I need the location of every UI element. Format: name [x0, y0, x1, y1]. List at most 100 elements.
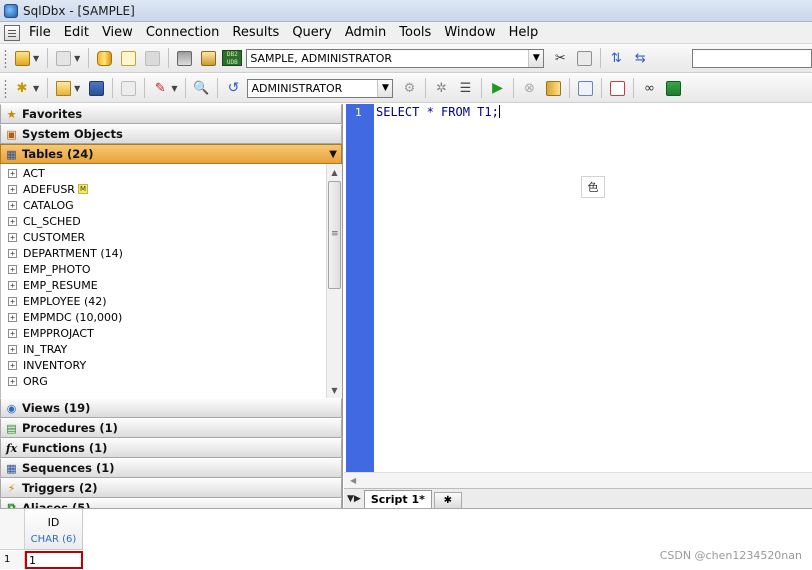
- menu-query[interactable]: Query: [287, 25, 340, 40]
- tables-scrollbar[interactable]: ▲ ▼: [326, 164, 342, 398]
- table-row[interactable]: + EMPPROJACT: [1, 325, 327, 341]
- category-views[interactable]: ◉ Views (19): [0, 398, 342, 418]
- table-row[interactable]: + DEPARTMENT (14): [1, 245, 327, 261]
- menu-file[interactable]: File: [24, 25, 59, 40]
- copy-button[interactable]: [53, 48, 73, 68]
- new-script-button[interactable]: ✱: [12, 78, 32, 98]
- expand-icon[interactable]: +: [8, 280, 17, 290]
- format-dropdown[interactable]: ▼: [171, 84, 177, 93]
- chevron-down-icon[interactable]: ▼: [528, 49, 544, 67]
- menu-help[interactable]: Help: [504, 25, 547, 40]
- menu-window[interactable]: Window: [439, 25, 503, 40]
- copy-results-button[interactable]: [575, 78, 595, 98]
- find-button[interactable]: 🔍: [191, 78, 211, 98]
- menu-view[interactable]: View: [97, 25, 141, 40]
- menu-edit[interactable]: Edit: [59, 25, 97, 40]
- expand-icon[interactable]: +: [8, 360, 17, 370]
- category-tables[interactable]: ▦ Tables (24) ▼: [0, 144, 342, 164]
- toolbar-grip[interactable]: [4, 48, 7, 68]
- stop-button[interactable]: ⊗: [519, 78, 539, 98]
- chevron-down-icon[interactable]: ▼: [377, 79, 393, 97]
- search-input[interactable]: [692, 49, 812, 68]
- edit-results-button[interactable]: [607, 78, 627, 98]
- tab-script-1[interactable]: Script 1*: [363, 490, 432, 508]
- expand-icon[interactable]: +: [8, 184, 17, 194]
- grid-corner[interactable]: [0, 509, 25, 550]
- rollback-button[interactable]: [142, 48, 162, 68]
- expand-icon[interactable]: +: [8, 328, 17, 338]
- settings-button[interactable]: ⚙: [399, 78, 419, 98]
- expand-icon[interactable]: +: [8, 200, 17, 210]
- category-system-objects[interactable]: ▣ System Objects: [0, 124, 342, 144]
- table-row[interactable]: + CL_SCHED: [1, 213, 327, 229]
- code-line[interactable]: SELECT * FROM T1;: [376, 105, 500, 119]
- category-triggers[interactable]: ⚡ Triggers (2): [0, 478, 342, 498]
- table-row[interactable]: + EMPLOYEE (42): [1, 293, 327, 309]
- table-row[interactable]: + EMPMDC (10,000): [1, 309, 327, 325]
- menu-admin[interactable]: Admin: [340, 25, 394, 40]
- editor-horizontal-scrollbar[interactable]: ◀: [344, 472, 812, 488]
- save-button[interactable]: [86, 78, 106, 98]
- table-row[interactable]: + CUSTOMER: [1, 229, 327, 245]
- menu-tools[interactable]: Tools: [394, 25, 439, 40]
- toolbar-grip[interactable]: [4, 78, 7, 98]
- category-functions[interactable]: fx Functions (1): [0, 438, 342, 458]
- table-row[interactable]: + INVENTORY: [1, 357, 327, 373]
- new-tab-button[interactable]: ✱: [433, 492, 462, 508]
- excel-export-button[interactable]: [663, 78, 683, 98]
- scroll-up-icon[interactable]: ▲: [327, 164, 342, 180]
- print-button[interactable]: [174, 48, 194, 68]
- menu-connection[interactable]: Connection: [141, 25, 228, 40]
- expand-icon[interactable]: +: [8, 232, 17, 242]
- new-script-dropdown[interactable]: ▼: [33, 84, 39, 93]
- schema-select[interactable]: ADMINISTRATOR ▼: [247, 78, 394, 98]
- expand-icon[interactable]: +: [8, 312, 17, 322]
- sql-editor[interactable]: 1 SELECT * FROM T1; 色: [344, 104, 812, 472]
- table-row[interactable]: + ADEFUSR M: [1, 181, 327, 197]
- explain-button[interactable]: ✲: [431, 78, 451, 98]
- scroll-left-icon[interactable]: ◀: [350, 476, 356, 485]
- clone-button[interactable]: [574, 48, 594, 68]
- database-select[interactable]: SAMPLE, ADMINISTRATOR ▼: [246, 48, 545, 68]
- expand-icon[interactable]: +: [8, 168, 17, 178]
- category-favorites[interactable]: ★ Favorites: [0, 104, 342, 124]
- open-button[interactable]: [53, 78, 73, 98]
- copy-dropdown[interactable]: ▼: [74, 54, 80, 63]
- execute-button[interactable]: ▶: [487, 78, 507, 98]
- commit-button[interactable]: [118, 48, 138, 68]
- find-in-results-button[interactable]: ∞: [639, 78, 659, 98]
- tools-button[interactable]: ✂: [550, 48, 570, 68]
- color-button[interactable]: 色: [581, 176, 605, 198]
- row-number[interactable]: 1: [0, 551, 25, 569]
- close-script-button[interactable]: [118, 78, 138, 98]
- database-button[interactable]: [94, 48, 114, 68]
- grid-cell[interactable]: 1: [25, 551, 83, 569]
- open-dropdown[interactable]: ▼: [74, 84, 80, 93]
- expand-icon[interactable]: +: [8, 296, 17, 306]
- print-preview-button[interactable]: [198, 48, 218, 68]
- expand-icon[interactable]: +: [8, 376, 17, 386]
- table-row[interactable]: + ACT: [1, 165, 327, 181]
- scroll-thumb[interactable]: [328, 181, 341, 289]
- new-connection-dropdown[interactable]: ▼: [33, 54, 39, 63]
- expand-icon[interactable]: +: [8, 344, 17, 354]
- expand-icon[interactable]: +: [8, 248, 17, 258]
- category-sequences[interactable]: ▦ Sequences (1): [0, 458, 342, 478]
- outline-button[interactable]: ☰: [455, 78, 475, 98]
- tab-list-icon[interactable]: ▼▶: [347, 494, 361, 504]
- expand-icon[interactable]: +: [8, 216, 17, 226]
- table-row[interactable]: + EMP_PHOTO: [1, 261, 327, 277]
- table-row[interactable]: + ORG: [1, 373, 327, 389]
- refresh-button[interactable]: ↺: [223, 78, 243, 98]
- table-row[interactable]: + EMP_RESUME: [1, 277, 327, 293]
- expand-icon[interactable]: +: [8, 264, 17, 274]
- table-row[interactable]: + CATALOG: [1, 197, 327, 213]
- document-icon[interactable]: [4, 24, 20, 41]
- execute-to-file-button[interactable]: [543, 78, 563, 98]
- format-button[interactable]: ✎: [150, 78, 170, 98]
- menu-results[interactable]: Results: [227, 25, 287, 40]
- filter-icon[interactable]: ▼: [329, 149, 337, 160]
- transfer-button[interactable]: ⇅: [606, 48, 626, 68]
- column-header-id[interactable]: ID CHAR (6): [25, 509, 83, 550]
- compare-button[interactable]: ⇆: [630, 48, 650, 68]
